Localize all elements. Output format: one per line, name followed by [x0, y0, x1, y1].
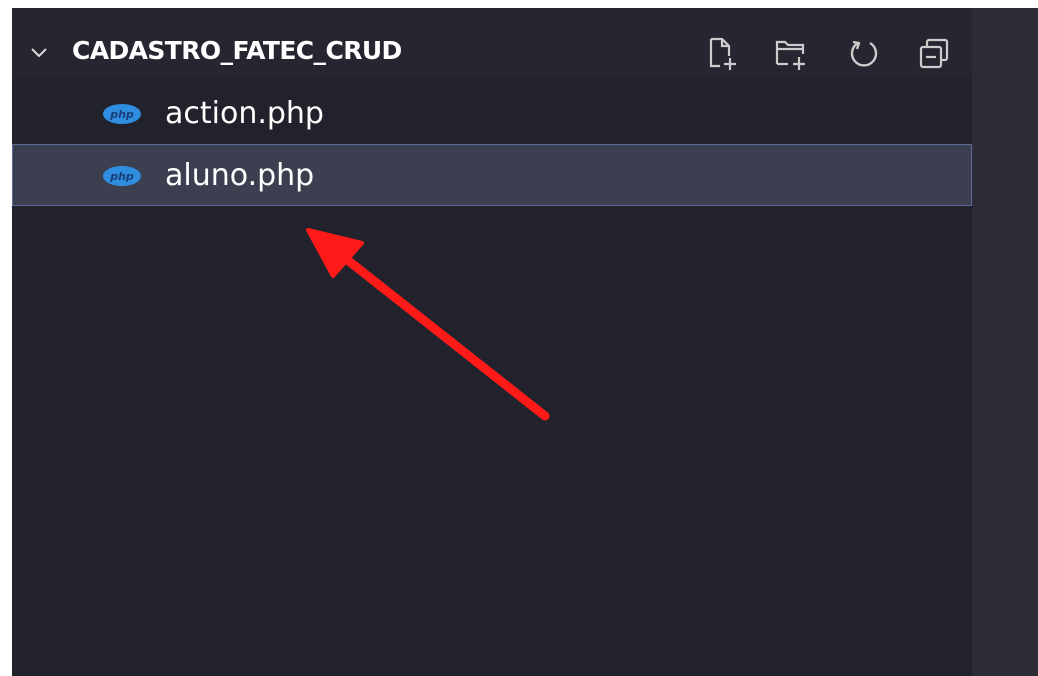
refresh-button[interactable] [842, 30, 882, 78]
file-label: aluno.php [165, 158, 315, 193]
php-file-icon: php [103, 166, 141, 186]
collapse-all-button[interactable] [912, 30, 952, 78]
new-folder-icon [775, 40, 805, 70]
chevron-down-icon[interactable] [30, 44, 48, 62]
file-item-action-php[interactable]: php action.php [12, 82, 972, 144]
php-file-icon: php [103, 104, 141, 124]
new-folder-button[interactable] [769, 30, 809, 78]
collapse-all-icon [919, 38, 949, 69]
file-item-aluno-php[interactable]: php aluno.php [12, 144, 972, 206]
new-file-button[interactable] [702, 30, 742, 78]
svg-text:php: php [109, 170, 134, 183]
folder-section-header[interactable]: CADASTRO_FATEC_CRUD [12, 8, 972, 78]
refresh-icon [850, 40, 878, 67]
svg-text:php: php [109, 108, 134, 121]
new-file-icon [709, 37, 736, 70]
folder-title[interactable]: CADASTRO_FATEC_CRUD [72, 36, 402, 65]
file-label: action.php [165, 96, 324, 131]
